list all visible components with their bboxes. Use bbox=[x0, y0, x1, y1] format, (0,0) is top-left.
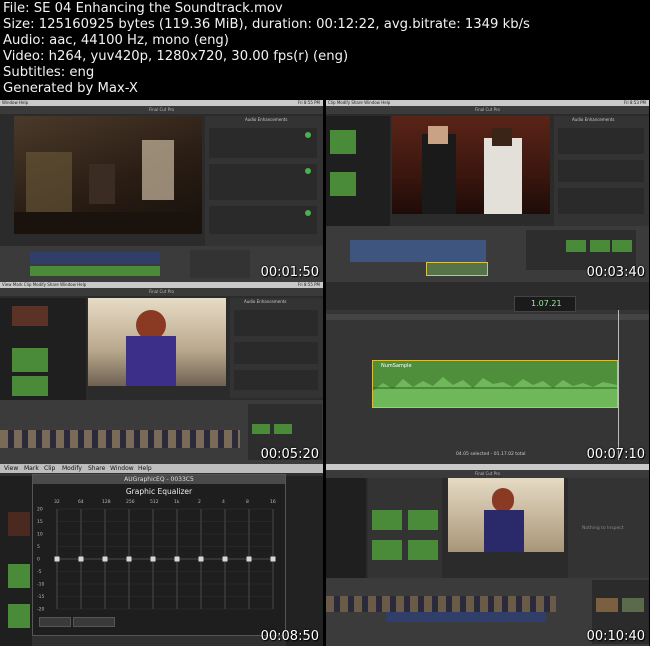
header-subtitles: Subtitles: eng bbox=[3, 65, 95, 80]
selection-status: 04.05 selected - 01.17.02 total bbox=[456, 452, 526, 457]
eq-db-label: 20 bbox=[37, 507, 43, 513]
header-file: File: SE 04 Enhancing the Soundtrack.mov bbox=[3, 1, 283, 16]
thumbnail-5: View Mark Clip Modify Share Window Help … bbox=[0, 464, 323, 646]
video-viewer bbox=[448, 478, 564, 552]
eq-db-label: -20 bbox=[37, 607, 44, 613]
eq-db-label: -15 bbox=[37, 594, 44, 600]
audio-enhancements-panel: Audio Enhancements bbox=[205, 116, 323, 246]
eq-db-label: 15 bbox=[37, 519, 43, 525]
header-generated: Generated by Max-X bbox=[3, 81, 138, 96]
eq-band-slider[interactable] bbox=[222, 556, 228, 562]
video-viewer bbox=[88, 298, 226, 386]
eq-band-slider[interactable] bbox=[198, 556, 204, 562]
menu-view[interactable]: View bbox=[4, 465, 18, 472]
thumbnail-2: Clip Modify Share Window Help Fri 8:53 PM… bbox=[326, 100, 649, 282]
menu-clip[interactable]: Clip bbox=[44, 465, 55, 472]
browser-panel bbox=[0, 298, 86, 400]
browser-panel bbox=[326, 116, 390, 226]
eq-db-label: -5 bbox=[37, 569, 42, 575]
video-viewer bbox=[392, 116, 550, 214]
audio-clip[interactable]: NumSample bbox=[372, 360, 618, 408]
menu-modify[interactable]: Modify bbox=[62, 465, 82, 472]
timestamp: 00:03:40 bbox=[586, 265, 645, 280]
app-title: Final Cut Pro bbox=[326, 106, 649, 114]
browser-panel bbox=[368, 478, 442, 578]
header-video: Video: h264, yuv420p, 1280x720, 30.00 fp… bbox=[3, 49, 349, 64]
eq-freq-label: 32 bbox=[54, 499, 60, 505]
thumbnail-4: 1.07.21 NumSample 04.05 selected - 01.17… bbox=[326, 282, 649, 464]
eq-freq-label: 128 bbox=[102, 499, 111, 505]
video-viewer bbox=[14, 116, 202, 234]
eq-freq-label: 256 bbox=[126, 499, 135, 505]
eq-db-label: 10 bbox=[37, 532, 43, 538]
eq-band-slider[interactable] bbox=[102, 556, 108, 562]
menu-help[interactable]: Help bbox=[138, 465, 152, 472]
timestamp: 00:05:20 bbox=[260, 447, 319, 462]
eq-freq-label: 8 bbox=[246, 499, 249, 505]
timestamp: 00:07:10 bbox=[586, 447, 645, 462]
info-header: File: SE 04 Enhancing the Soundtrack.mov… bbox=[0, 0, 650, 100]
eq-band-slider[interactable] bbox=[54, 556, 60, 562]
eq-band-slider[interactable] bbox=[126, 556, 132, 562]
eq-freq-label: 4 bbox=[222, 499, 225, 505]
header-audio: Audio: aac, 44100 Hz, mono (eng) bbox=[3, 33, 229, 48]
eq-freq-label: 16 bbox=[270, 499, 276, 505]
eq-band-slider[interactable] bbox=[150, 556, 156, 562]
library-sidebar bbox=[326, 478, 366, 578]
inspector-panel: Nothing to Inspect bbox=[568, 478, 649, 578]
timestamp: 00:08:50 bbox=[260, 629, 319, 644]
app-title: Final Cut Pro bbox=[326, 470, 649, 478]
audio-enhancements-panel: Audio Enhancements bbox=[230, 298, 323, 398]
timecode-display: 1.07.21 bbox=[531, 299, 562, 308]
eq-freq-label: 64 bbox=[78, 499, 84, 505]
eq-db-label: 5 bbox=[37, 544, 40, 550]
menu-mark[interactable]: Mark bbox=[24, 465, 39, 472]
timestamp: 00:01:50 bbox=[260, 265, 319, 280]
clip-name: NumSample bbox=[381, 363, 412, 369]
menu-window[interactable]: Window bbox=[110, 465, 134, 472]
menu-share[interactable]: Share bbox=[88, 465, 105, 472]
eq-heading: Graphic Equalizer bbox=[125, 487, 193, 496]
thumbnail-1: Window Help Fri 8:55 PM Final Cut Pro Aud… bbox=[0, 100, 323, 282]
eq-db-label: 0 bbox=[37, 557, 40, 563]
app-title: Final Cut Pro bbox=[0, 288, 323, 296]
eq-db-label: -10 bbox=[37, 582, 44, 588]
eq-band-slider[interactable] bbox=[174, 556, 180, 562]
eq-window-title: AUGraphicEQ - 0033C5 bbox=[33, 475, 285, 484]
eq-button-left[interactable] bbox=[39, 617, 71, 627]
graphic-eq-window[interactable]: AUGraphicEQ - 0033C5 Graphic Equalizer 3… bbox=[32, 474, 286, 636]
eq-band-slider[interactable] bbox=[246, 556, 252, 562]
eq-button-right[interactable] bbox=[73, 617, 115, 627]
header-size: Size: 125160925 bytes (119.36 MiB), dura… bbox=[3, 17, 530, 32]
eq-freq-label: 2 bbox=[198, 499, 201, 505]
eq-band-slider[interactable] bbox=[78, 556, 84, 562]
audio-enhancements-panel: Audio Enhancements bbox=[554, 116, 649, 226]
timestamp: 00:10:40 bbox=[586, 629, 645, 644]
eq-graph: 32 64 128 256 512 1k 2 4 8 16 20 15 10 5 0 -5 -10 -15 -20 bbox=[37, 499, 276, 613]
thumbnail-6: Final Cut Pro Nothing to Inspect 00:10:4… bbox=[326, 464, 649, 646]
inspector-empty-text: Nothing to Inspect bbox=[582, 526, 624, 531]
eq-band-slider[interactable] bbox=[270, 556, 276, 562]
eq-freq-label: 1k bbox=[174, 499, 180, 505]
eq-freq-label: 512 bbox=[150, 499, 159, 505]
app-title: Final Cut Pro bbox=[0, 106, 323, 114]
thumbnail-3: View Mark Clip Modify Share Window Help F… bbox=[0, 282, 323, 464]
